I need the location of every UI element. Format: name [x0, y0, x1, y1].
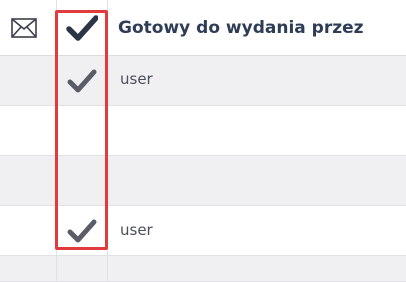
column-header-title[interactable]: Gotowy do wydania przez — [118, 18, 364, 38]
table-row[interactable]: user — [0, 206, 406, 256]
checkmark-icon[interactable] — [64, 66, 100, 96]
column-divider — [107, 0, 108, 282]
table-row[interactable]: user — [0, 56, 406, 106]
envelope-icon[interactable] — [8, 14, 40, 42]
checkmark-icon[interactable] — [64, 216, 100, 246]
checkmark-header-icon[interactable] — [62, 12, 102, 44]
data-grid: Gotowy do wydania przez user user — [0, 0, 406, 282]
table-row[interactable] — [0, 256, 406, 282]
row-user-label: user — [120, 70, 153, 88]
table-row[interactable] — [0, 156, 406, 206]
column-divider — [56, 0, 57, 282]
grid-header-row: Gotowy do wydania przez — [0, 0, 406, 56]
table-row[interactable] — [0, 106, 406, 156]
row-user-label: user — [120, 221, 153, 239]
